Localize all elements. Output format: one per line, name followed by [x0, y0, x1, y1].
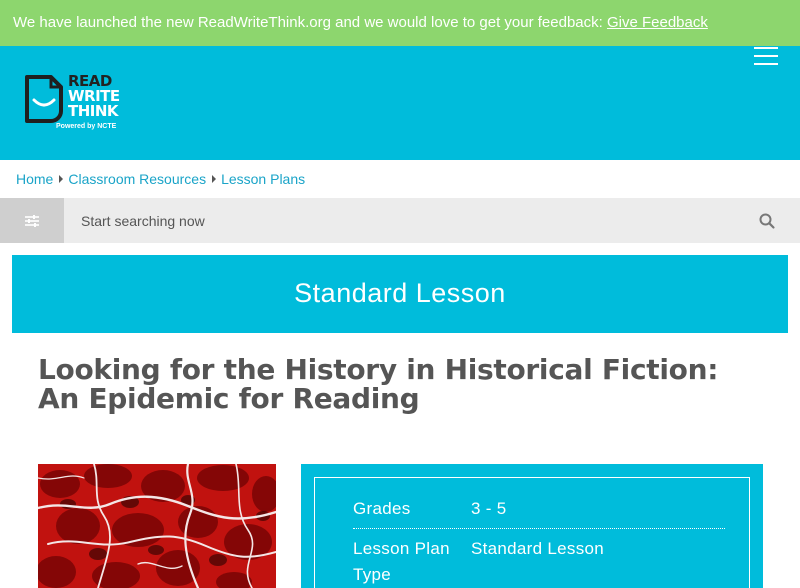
- lesson-type-banner: Standard Lesson: [12, 255, 788, 333]
- logo-page-icon: [25, 75, 63, 123]
- filter-button[interactable]: [0, 198, 64, 243]
- breadcrumb-home[interactable]: Home: [16, 171, 53, 187]
- breadcrumb-classroom-resources[interactable]: Classroom Resources: [68, 171, 206, 187]
- sliders-icon: [25, 214, 39, 227]
- logo-tagline: Powered by NCTE: [56, 123, 117, 130]
- search-button[interactable]: [756, 210, 778, 232]
- cell-texture-image: [38, 464, 276, 588]
- detail-value: 3 - 5: [471, 499, 507, 518]
- page-title: Looking for the History in Historical Fi…: [38, 353, 719, 415]
- breadcrumb-arrow-icon: [212, 175, 217, 183]
- logo-word-think: THINK: [68, 102, 119, 120]
- give-feedback-link[interactable]: Give Feedback: [607, 14, 708, 31]
- details-divider: [353, 528, 725, 529]
- detail-value: Standard Lesson: [471, 539, 605, 558]
- feedback-banner: We have launched the new ReadWriteThink.…: [0, 0, 800, 46]
- site-header: READ WRITE THINK Powered by NCTE: [0, 46, 800, 160]
- feedback-banner-message: We have launched the new ReadWriteThink.…: [13, 14, 603, 31]
- breadcrumb: Home Classroom Resources Lesson Plans: [16, 171, 305, 187]
- search-bar: [0, 198, 800, 243]
- lesson-details-box: Grades 3 - 5 Lesson Plan Type Standard L…: [314, 477, 750, 588]
- logo-wordmark: READ WRITE THINK: [68, 74, 120, 119]
- lesson-details-panel: Grades 3 - 5 Lesson Plan Type Standard L…: [301, 464, 763, 588]
- detail-label: Grades: [353, 499, 411, 518]
- search-icon: [759, 213, 775, 229]
- readwritethink-logo[interactable]: READ WRITE THINK Powered by NCTE: [24, 74, 134, 136]
- lesson-thumbnail-image: [38, 464, 276, 588]
- search-input[interactable]: [64, 198, 744, 243]
- detail-label: Lesson Plan Type: [353, 539, 450, 584]
- hamburger-menu-icon[interactable]: [752, 46, 780, 68]
- breadcrumb-arrow-icon: [59, 175, 64, 183]
- breadcrumb-lesson-plans[interactable]: Lesson Plans: [221, 171, 305, 187]
